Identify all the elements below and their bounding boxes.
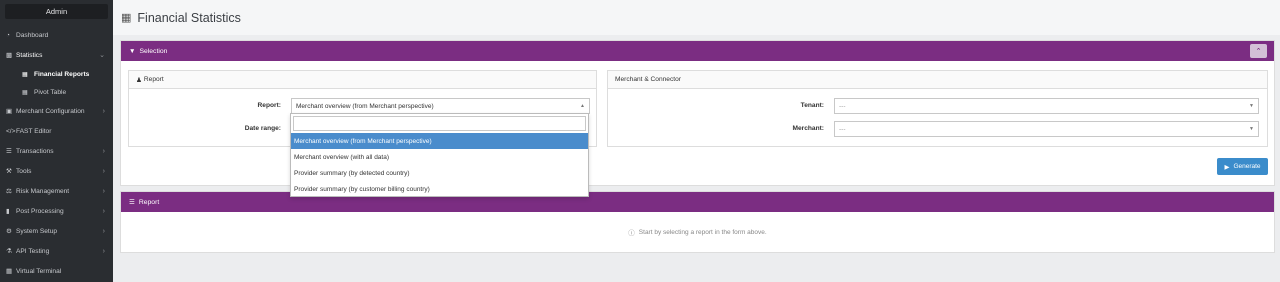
sidebar-item-dashboard[interactable]: ◔ Dashboard — [0, 25, 113, 45]
chevron-right-icon: › — [102, 107, 105, 115]
page-title: Financial Statistics — [137, 10, 241, 25]
main-content: ▦ Financial Statistics ▼ Selection ⌃ ♟ R… — [113, 0, 1280, 282]
report-panel: ☰ Report ⓘ Start by selecting a report i… — [120, 191, 1275, 253]
tenant-label: Tenant: — [800, 102, 824, 109]
sidebar-item-label: Dashboard — [16, 31, 49, 39]
chevron-right-icon: › — [102, 227, 105, 235]
sidebar-subitem-financial-reports[interactable]: ▦ Financial Reports — [0, 65, 113, 83]
selection-panel-header: ▼ Selection — [121, 41, 1274, 61]
play-icon: ▶ — [1224, 163, 1230, 171]
sidebar-item-label: FAST Editor — [16, 127, 52, 135]
tachometer-icon: ◔ — [6, 31, 10, 39]
dropdown-search-input[interactable] — [293, 116, 586, 131]
sidebar-subitem-pivot-table[interactable]: ▦ Pivot Table — [0, 83, 113, 101]
sidebar-nav: ◔ Dashboard ▩ Statistics ⌄ ▦ Financial R… — [0, 25, 113, 281]
sidebar-item-label: Virtual Terminal — [16, 267, 62, 275]
user-badge[interactable]: Admin — [5, 4, 108, 19]
sidebar-item-api-testing[interactable]: ⚗ API Testing › — [0, 241, 113, 261]
sidebar-item-post-processing[interactable]: ▮ Post Processing › — [0, 201, 113, 221]
sidebar-item-merchant-configuration[interactable]: ▣ Merchant Configuration › — [0, 101, 113, 121]
code-icon: </> — [6, 127, 16, 135]
sidebar-item-system-setup[interactable]: ⚙ System Setup › — [0, 221, 113, 241]
caret-down-icon: ▼ — [1249, 103, 1254, 109]
sidebar-item-fast-editor[interactable]: </> FAST Editor — [0, 121, 113, 141]
user-icon: ♟ — [136, 76, 142, 84]
wrench-icon: ⚒ — [6, 168, 12, 175]
dropdown-option[interactable]: Provider summary (by customer billing co… — [291, 181, 588, 197]
report-select-value: Merchant overview (from Merchant perspec… — [296, 102, 434, 110]
date-range-label: Date range: — [244, 125, 281, 132]
generate-button[interactable]: ▶ Generate — [1217, 158, 1268, 175]
selection-title: Selection — [139, 47, 168, 55]
sidebar-item-risk-management[interactable]: ⚖ Risk Management › — [0, 181, 113, 201]
sidebar-item-label: Risk Management — [16, 187, 70, 195]
chevron-right-icon: › — [102, 207, 105, 215]
chevron-right-icon: › — [102, 247, 105, 255]
chevron-up-icon: ⌃ — [1255, 48, 1262, 55]
flask-icon: ⚗ — [6, 248, 12, 255]
merchant-box-header: Merchant & Connector — [608, 71, 1267, 89]
balance-icon: ⚖ — [6, 188, 12, 195]
report-empty-state: ⓘ Start by selecting a report in the for… — [121, 212, 1274, 252]
sidebar-item-transactions[interactable]: ☰ Transactions › — [0, 141, 113, 161]
tenant-select-value: --- — [839, 102, 846, 110]
dropdown-option[interactable]: Provider summary (by detected country) — [291, 165, 588, 181]
page-header: ▦ Financial Statistics — [113, 0, 1280, 35]
sidebar-item-label: Post Processing — [16, 207, 64, 215]
list-icon: ☰ — [6, 148, 12, 155]
sidebar-item-label: Transactions — [16, 147, 54, 155]
sidebar-item-label: System Setup — [16, 227, 58, 235]
sidebar-item-tools[interactable]: ⚒ Tools › — [0, 161, 113, 181]
sidebar-item-label: API Testing — [16, 247, 50, 255]
sidebar: Admin ◔ Dashboard ▩ Statistics ⌄ ▦ Finan… — [0, 0, 113, 282]
report-box-header: ♟ Report — [129, 71, 596, 89]
merchant-box-title: Merchant & Connector — [615, 76, 681, 83]
tenant-select[interactable]: --- ▼ — [834, 98, 1259, 114]
filter-icon: ▼ — [129, 47, 136, 55]
chevron-down-icon: ⌄ — [99, 52, 105, 59]
merchant-connector-box: Merchant & Connector Tenant: --- ▼ Merch… — [607, 70, 1268, 147]
dropdown-option[interactable]: Merchant overview (with all data) — [291, 149, 588, 165]
report-label: Report: — [257, 102, 281, 109]
list-icon: ☰ — [129, 199, 135, 206]
sidebar-item-virtual-terminal[interactable]: ▦ Virtual Terminal — [0, 261, 113, 281]
report-box-title: Report — [143, 76, 164, 83]
table-icon: ▦ — [22, 71, 28, 78]
merchant-label: Merchant: — [792, 125, 824, 132]
sidebar-subitem-label: Financial Reports — [34, 70, 90, 78]
gear-icon: ⚙ — [6, 228, 12, 235]
dropdown-option[interactable]: Merchant overview (from Merchant perspec… — [291, 133, 588, 149]
report-dropdown: Merchant overview (from Merchant perspec… — [290, 113, 589, 197]
sidebar-subitem-label: Pivot Table — [34, 88, 67, 96]
file-icon: ▮ — [6, 208, 10, 215]
sidebar-item-statistics[interactable]: ▩ Statistics ⌄ — [0, 45, 113, 65]
calculator-icon: ▦ — [6, 268, 13, 275]
chevron-right-icon: › — [102, 167, 105, 175]
report-empty-text: Start by selecting a report in the form … — [638, 228, 767, 236]
merchant-select[interactable]: --- ▼ — [834, 121, 1259, 137]
chevron-right-icon: › — [102, 187, 105, 195]
chevron-right-icon: › — [102, 147, 105, 155]
merchant-select-value: --- — [839, 125, 846, 133]
info-icon: ⓘ — [628, 230, 635, 237]
sidebar-item-label: Tools — [16, 167, 32, 175]
caret-down-icon: ▼ — [1249, 126, 1254, 132]
briefcase-icon: ▣ — [6, 108, 13, 115]
sidebar-item-label: Statistics — [16, 51, 43, 59]
report-panel-title: Report — [138, 198, 160, 206]
collapse-button[interactable]: ⌃ — [1250, 44, 1267, 58]
table-icon: ▦ — [22, 89, 28, 96]
caret-up-icon: ▲ — [580, 103, 585, 109]
bar-chart-icon: ▩ — [6, 52, 13, 59]
generate-label: Generate — [1233, 163, 1261, 170]
table-icon: ▦ — [121, 12, 132, 24]
sidebar-item-label: Merchant Configuration — [16, 107, 85, 115]
report-select[interactable]: Merchant overview (from Merchant perspec… — [291, 98, 590, 114]
